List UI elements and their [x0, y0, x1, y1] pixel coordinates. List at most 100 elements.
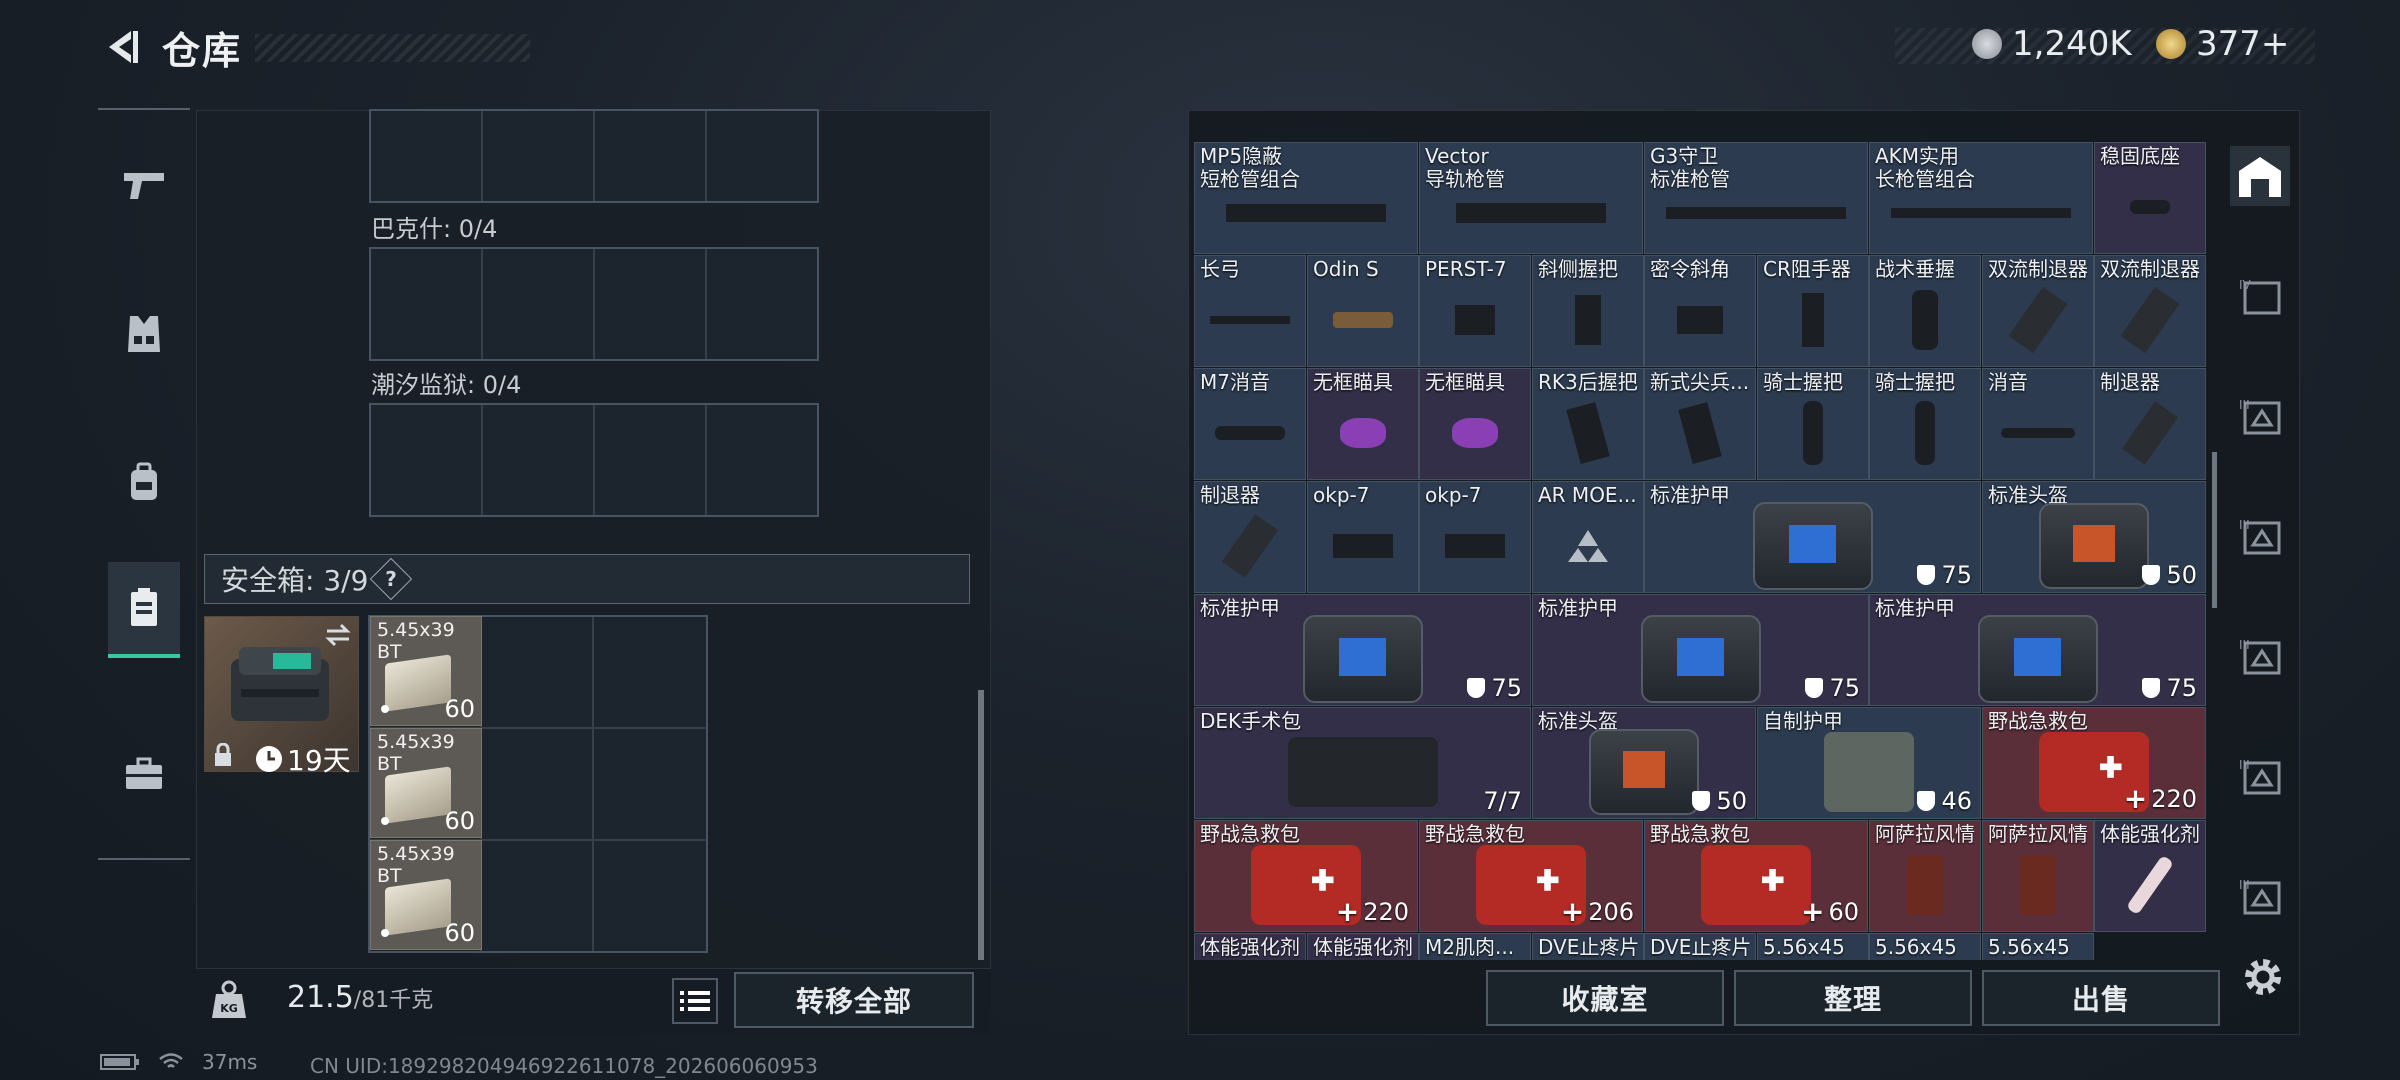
sell-button[interactable]: 出售 — [1982, 970, 2220, 1026]
armor-icon — [1824, 731, 1914, 812]
container-tier-icon: III — [2239, 398, 2281, 435]
inventory-item[interactable]: G3守卫 标准枪管 — [1644, 142, 1868, 254]
inventory-item[interactable]: 骑士握把 — [1757, 368, 1869, 480]
inventory-scrollbar[interactable] — [2212, 452, 2217, 608]
inventory-item[interactable]: 双流制退器 — [1982, 255, 2094, 367]
inventory-item[interactable]: 标准护甲 75 — [1644, 481, 1981, 593]
safe-box-duration: 19天 — [287, 744, 351, 777]
inventory-item[interactable]: 标准护甲 75 — [1194, 594, 1531, 706]
inventory-item[interactable]: 阿萨拉风情 — [1982, 820, 2094, 932]
inventory-item[interactable]: MP5隐蔽 短枪管组合 — [1194, 142, 1418, 254]
grid-bakshi[interactable] — [369, 247, 819, 361]
inventory-item[interactable]: 标准护甲 75 — [1532, 594, 1869, 706]
inventory-item[interactable]: 体能强化剂 — [1307, 933, 1419, 960]
inventory-item[interactable]: 双流制退器 — [2094, 255, 2206, 367]
filter-tier-3b[interactable]: III — [2230, 506, 2290, 566]
armor-icon — [1752, 501, 1873, 590]
list-view-button[interactable] — [672, 978, 718, 1024]
currency-gold[interactable]: 377+ — [2156, 24, 2289, 64]
filter-tier-3d[interactable]: III — [2230, 746, 2290, 806]
transfer-all-button[interactable]: 转移全部 — [734, 972, 974, 1028]
filter-tier-3[interactable]: III — [2230, 386, 2290, 446]
inventory-item[interactable]: DVE止疼片 — [1532, 933, 1644, 960]
charges-value: 206 — [1588, 897, 1634, 926]
inventory-item[interactable]: 骑士握把 — [1869, 368, 1981, 480]
rail-backpack[interactable] — [108, 446, 180, 518]
inventory-item[interactable]: CR阻手器 — [1757, 255, 1869, 367]
ammo-name: 5.45x39 BT — [377, 619, 455, 663]
filter-tier-3c[interactable]: III — [2230, 626, 2290, 686]
inventory-item[interactable]: DEK手术包 7/7 — [1194, 707, 1531, 819]
filter-all[interactable] — [2230, 146, 2290, 206]
inventory-item[interactable]: 标准头盔 50 — [1982, 481, 2206, 593]
shield-icon — [2142, 565, 2161, 585]
inventory-item[interactable]: 无框瞄具 — [1419, 368, 1531, 480]
filter-tier-4[interactable]: IV — [2230, 266, 2290, 326]
rail-safe-box[interactable] — [108, 562, 180, 658]
rail-weapons[interactable] — [108, 150, 180, 222]
inventory-item[interactable]: 无框瞄具 — [1307, 368, 1419, 480]
ammo-item[interactable]: 5.45x39 BT 60 — [370, 728, 482, 838]
inventory-item[interactable]: 斜侧握把 — [1532, 255, 1644, 367]
inventory-item[interactable]: 新式尖兵... — [1644, 368, 1756, 480]
inventory-item[interactable]: 野战急救包 +206 — [1419, 820, 1643, 932]
inventory-item[interactable]: 密令斜角 — [1644, 255, 1756, 367]
ammo-item[interactable]: 5.45x39 BT 60 — [370, 616, 482, 726]
sort-button[interactable]: 整理 — [1734, 970, 1972, 1026]
inventory-item[interactable]: 战术垂握 — [1869, 255, 1981, 367]
inventory-item[interactable]: 长弓 — [1194, 255, 1306, 367]
inventory-item[interactable]: 体能强化剂 — [2094, 820, 2206, 932]
inventory-item[interactable]: 制退器 — [1194, 481, 1306, 593]
svg-text:III: III — [2239, 638, 2250, 652]
svg-text:KG: KG — [220, 1002, 238, 1015]
collection-room-button[interactable]: 收藏室 — [1486, 970, 1724, 1026]
settings-button[interactable] — [2238, 952, 2288, 1002]
currency-silver[interactable]: 1,240K — [1972, 24, 2132, 64]
inventory-item[interactable]: 野战急救包 +220 — [1982, 707, 2206, 819]
rail-vest[interactable] — [108, 298, 180, 370]
ammo-item[interactable]: 5.45x39 BT 60 — [370, 840, 482, 950]
item-name: 5.56x45 — [1875, 935, 1957, 959]
helmet-icon — [1589, 728, 1699, 815]
inventory-item[interactable]: 阿萨拉风情 — [1869, 820, 1981, 932]
inventory-item[interactable]: M2肌肉... — [1419, 933, 1531, 960]
inventory-item[interactable]: 自制护甲 46 — [1757, 707, 1981, 819]
item-label: AKM实用 长枪管组合 — [1875, 145, 1975, 191]
inventory-item[interactable]: DVE止疼片 — [1644, 933, 1756, 960]
safe-box-item[interactable]: 19天 — [204, 616, 359, 777]
inventory-item[interactable]: 5.56x45 — [1757, 933, 1869, 960]
inventory-item[interactable]: 制退器 — [2094, 368, 2206, 480]
inventory-item[interactable]: 野战急救包 +220 — [1194, 820, 1418, 932]
inventory-item[interactable]: 5.56x45 — [1982, 933, 2094, 960]
grip-icon — [1803, 400, 1823, 465]
item-name: 体能强化剂 — [2100, 822, 2200, 846]
inventory-item[interactable]: 稳固底座 — [2094, 142, 2206, 254]
inventory-item[interactable]: 体能强化剂 — [1194, 933, 1306, 960]
inventory-item[interactable]: 5.56x45 — [1869, 933, 1981, 960]
left-scrollbar[interactable] — [978, 690, 984, 960]
filter-tier-3e[interactable]: III — [2230, 866, 2290, 926]
inventory-item[interactable]: RK3后握把 — [1532, 368, 1644, 480]
grid-tidal-prison[interactable] — [369, 403, 819, 517]
inventory-item[interactable]: okp-7 — [1307, 481, 1419, 593]
rail-toolbox[interactable] — [108, 738, 180, 810]
inventory-item[interactable]: 标准护甲 75 — [1869, 594, 2206, 706]
inventory-item[interactable]: AKM实用 长枪管组合 — [1869, 142, 2093, 254]
item-name: MP5隐蔽 — [1200, 144, 1283, 168]
inventory-item[interactable]: 标准头盔 50 — [1532, 707, 1756, 819]
charges-value: 220 — [2151, 784, 2197, 813]
help-button[interactable]: ? — [370, 557, 413, 601]
durability: 75 — [1917, 561, 1972, 589]
inventory-item[interactable]: 消音 — [1982, 368, 2094, 480]
optic-icon — [1445, 533, 1505, 558]
inventory-item[interactable]: Vector 导轨枪管 — [1419, 142, 1643, 254]
back-button[interactable] — [100, 26, 142, 68]
inventory-item[interactable]: okp-7 — [1419, 481, 1531, 593]
inventory-item[interactable]: 野战急救包 +60 — [1644, 820, 1868, 932]
inventory-item[interactable]: M7消音 — [1194, 368, 1306, 480]
inventory-item[interactable]: Odin S — [1307, 255, 1419, 367]
inventory-item[interactable]: AR MOE... — [1532, 481, 1644, 593]
charges-value: 220 — [1363, 897, 1409, 926]
inventory-item[interactable]: PERST-7 — [1419, 255, 1531, 367]
list-icon — [680, 991, 710, 1011]
